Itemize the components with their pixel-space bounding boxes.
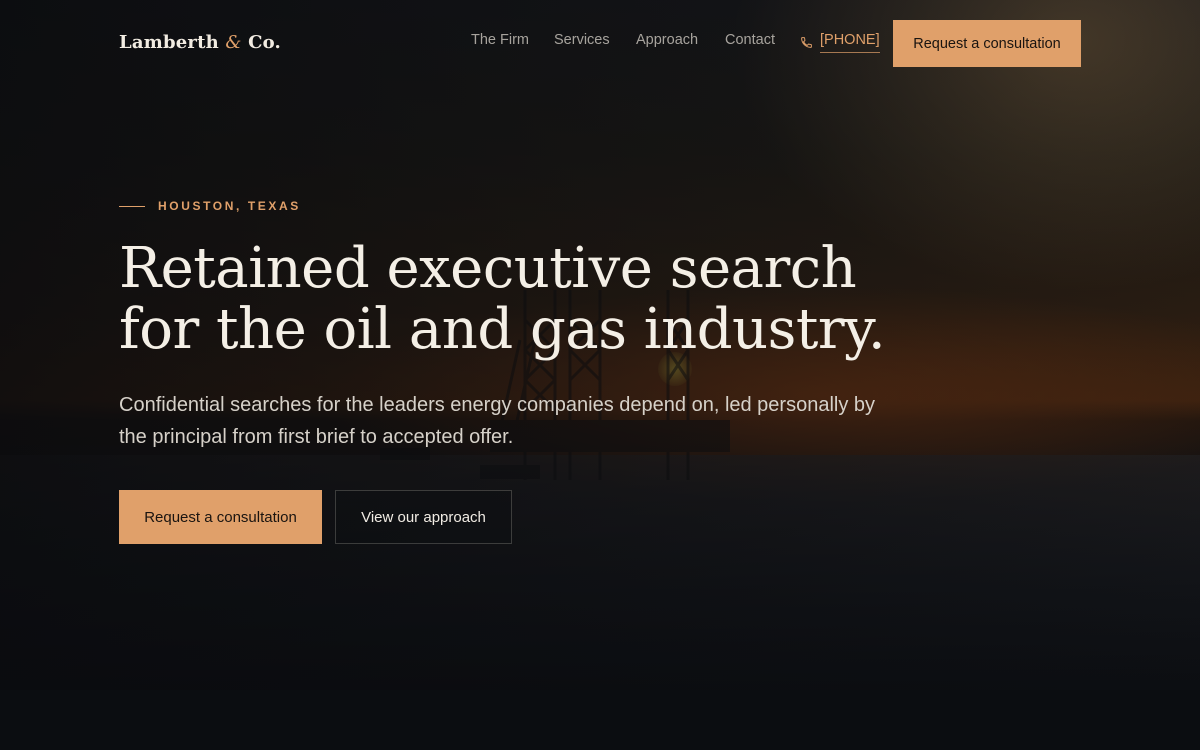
hero-headline: Retained executive search for the oil an… (119, 236, 886, 362)
brand-name-part2: Co. (248, 32, 281, 53)
view-approach-button[interactable]: View our approach (335, 490, 512, 544)
eyebrow-rule (119, 206, 145, 207)
brand-name-part1: Lamberth (119, 32, 219, 53)
phone-icon (801, 37, 812, 48)
top-navigation: Lamberth & Co. The Firm Services Approac… (0, 0, 1200, 90)
nav-link-services[interactable]: Services (554, 32, 610, 48)
nav-request-consultation-button[interactable]: Request a consultation (893, 20, 1081, 67)
brand-logo[interactable]: Lamberth & Co. (119, 32, 281, 53)
headline-line-1: Retained executive search (119, 236, 857, 301)
phone-number: [PHONE] (820, 32, 880, 53)
nav-link-approach[interactable]: Approach (636, 32, 698, 48)
landing-page: Lamberth & Co. The Firm Services Approac… (0, 0, 1200, 750)
hero-subheading: Confidential searches for the leaders en… (119, 394, 876, 448)
nav-link-contact[interactable]: Contact (725, 32, 775, 48)
brand-ampersand: & (225, 32, 242, 53)
request-consultation-button[interactable]: Request a consultation (119, 490, 322, 544)
nav-link-the-firm[interactable]: The Firm (471, 32, 529, 48)
next-section-band (0, 690, 1200, 750)
eyebrow-text: HOUSTON, TEXAS (158, 199, 301, 213)
headline-line-2: for the oil and gas industry. (119, 297, 886, 362)
